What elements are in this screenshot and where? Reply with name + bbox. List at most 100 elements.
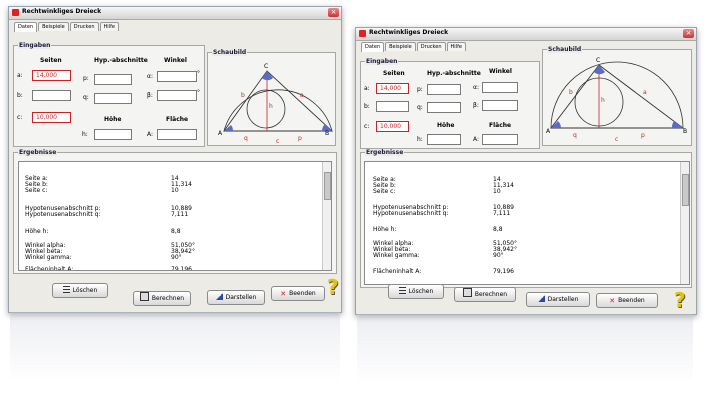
q-label: q: xyxy=(83,94,89,101)
calculator-icon xyxy=(139,292,149,301)
area-input[interactable] xyxy=(482,134,518,145)
h-input[interactable] xyxy=(427,134,461,145)
label-a: a xyxy=(643,89,647,96)
close-button[interactable]: × xyxy=(683,29,694,38)
winkel-header: Winkel xyxy=(489,68,512,75)
tab-bar: Daten Beispiele Drucken Hilfe xyxy=(361,42,467,52)
label-B: B xyxy=(683,128,687,135)
results-scrollbar[interactable] xyxy=(680,162,689,284)
beta-input[interactable] xyxy=(157,90,197,101)
tab-drucken[interactable]: Drucken xyxy=(416,42,446,51)
p-input[interactable] xyxy=(427,84,461,95)
result-label-gamma: Winkel gamma: xyxy=(373,252,420,259)
side-b-input[interactable] xyxy=(32,90,71,101)
alpha-input[interactable] xyxy=(482,82,518,93)
q-input[interactable] xyxy=(94,93,132,104)
c-label: c: xyxy=(17,114,23,121)
beta-deg: ° xyxy=(197,89,200,96)
tab-hilfe[interactable]: Hilfe xyxy=(446,42,466,51)
area-input[interactable] xyxy=(157,129,197,140)
ergebnisse-panel: Ergebnisse Seite a: 14 Seite b: 11,314 S… xyxy=(360,149,692,288)
label-q: q xyxy=(244,135,248,142)
list-icon xyxy=(62,286,70,293)
exit-icon: ✕ xyxy=(280,290,287,298)
result-value-q: 7,111 xyxy=(493,210,511,217)
alpha-label: α: xyxy=(473,84,479,91)
result-label-c: Seite c: xyxy=(25,187,48,194)
result-label-area: Flächeninhalt A: xyxy=(373,268,422,275)
beenden-button[interactable]: ✕ Beenden xyxy=(271,286,325,301)
h-input[interactable] xyxy=(94,129,132,140)
result-label-q: Hypotenusenabschnitt q: xyxy=(25,211,101,218)
eingaben-panel: Eingaben Seiten Hyp.-abschnitte Winkel a… xyxy=(13,42,205,147)
close-button[interactable]: × xyxy=(328,8,339,17)
main-window-copy: Rechtwinkliges Dreieck × Daten Beispiele D… xyxy=(355,27,697,315)
c-label: c: xyxy=(364,123,370,130)
q-input[interactable] xyxy=(427,102,461,113)
tab-daten[interactable]: Daten xyxy=(14,22,38,32)
darstellen-button[interactable]: Darstellen xyxy=(207,290,265,305)
side-c-input[interactable]: 10,000 xyxy=(32,112,71,123)
loeschen-label: Löschen xyxy=(72,287,98,294)
results-box[interactable]: Seite a: 14 Seite b: 11,314 Seite c: 10 … xyxy=(18,161,332,271)
incircle xyxy=(246,89,286,129)
label-p: p xyxy=(298,135,302,142)
title-bar[interactable]: Rechtwinkliges Dreieck × xyxy=(356,28,696,41)
label-b: b xyxy=(241,92,245,99)
results-scrollbar[interactable] xyxy=(322,162,331,270)
label-p: p xyxy=(641,132,645,139)
darstellen-label: Darstellen xyxy=(225,294,257,301)
tab-daten[interactable]: Daten xyxy=(361,42,385,52)
scrollbar-thumb[interactable] xyxy=(324,172,331,200)
side-a-input[interactable]: 14,000 xyxy=(376,83,409,94)
result-value-c: 10 xyxy=(171,187,179,194)
loeschen-button[interactable]: Löschen xyxy=(52,283,108,298)
eingaben-panel: Eingaben Seiten Hyp.-abschnitte Winkel a… xyxy=(360,58,540,149)
ergebnisse-panel: Ergebnisse Seite a: 14 Seite b: 11,314 S… xyxy=(13,149,337,274)
beenden-button[interactable]: ✕ Beenden xyxy=(596,293,658,308)
darstellen-label: Darstellen xyxy=(547,296,579,303)
tab-beispiele[interactable]: Beispiele xyxy=(385,42,416,51)
help-icon[interactable]: ? xyxy=(327,275,339,299)
tab-hilfe[interactable]: Hilfe xyxy=(99,22,119,31)
label-B: B xyxy=(325,130,329,137)
b-label: b: xyxy=(17,92,23,99)
berechnen-button[interactable]: Berechnen xyxy=(133,291,191,306)
darstellen-button[interactable]: Darstellen xyxy=(526,292,590,307)
label-h: h xyxy=(601,97,605,104)
results-box[interactable]: Seite a: 14 Seite b: 11,314 Seite c: 10 … xyxy=(364,161,690,285)
alpha-deg: ° xyxy=(197,70,200,77)
tab-beispiele[interactable]: Beispiele xyxy=(38,22,69,31)
h-label: h: xyxy=(82,131,88,138)
p-label: p: xyxy=(417,86,423,93)
tab-drucken[interactable]: Drucken xyxy=(69,22,99,31)
eingaben-label: Eingaben xyxy=(365,58,399,65)
flaeche-header: Fläche xyxy=(489,122,512,129)
label-C: C xyxy=(596,57,600,64)
help-icon[interactable]: ? xyxy=(674,288,686,312)
area-label: A: xyxy=(147,131,154,138)
beenden-label: Beenden xyxy=(289,290,316,297)
side-a-input[interactable]: 14,000 xyxy=(32,70,71,81)
ergebnisse-label: Ergebnisse xyxy=(365,149,405,156)
result-value-h: 8,8 xyxy=(171,228,181,235)
beta-input[interactable] xyxy=(482,100,518,111)
result-value-area: 79,196 xyxy=(493,268,514,275)
side-b-input[interactable] xyxy=(376,101,409,112)
title-bar[interactable]: Rechtwinkliges Dreieck × xyxy=(9,7,341,20)
a-label: a: xyxy=(364,85,370,92)
berechnen-label: Berechnen xyxy=(474,291,508,298)
result-label-q: Hypotenusenabschnitt q: xyxy=(373,210,449,217)
loeschen-button[interactable]: Löschen xyxy=(388,284,444,299)
result-value-h: 8,8 xyxy=(493,226,503,233)
a-label: a: xyxy=(17,72,23,79)
label-c: c xyxy=(615,136,618,143)
hyp-header: Hyp.-abschnitte xyxy=(94,57,148,64)
triangle xyxy=(223,70,334,132)
side-c-input[interactable]: 10,000 xyxy=(376,121,409,132)
berechnen-button[interactable]: Berechnen xyxy=(454,287,516,302)
p-input[interactable] xyxy=(94,74,132,85)
alpha-input[interactable] xyxy=(157,71,197,82)
scrollbar-thumb[interactable] xyxy=(682,174,689,206)
beta-label: β: xyxy=(147,92,153,99)
